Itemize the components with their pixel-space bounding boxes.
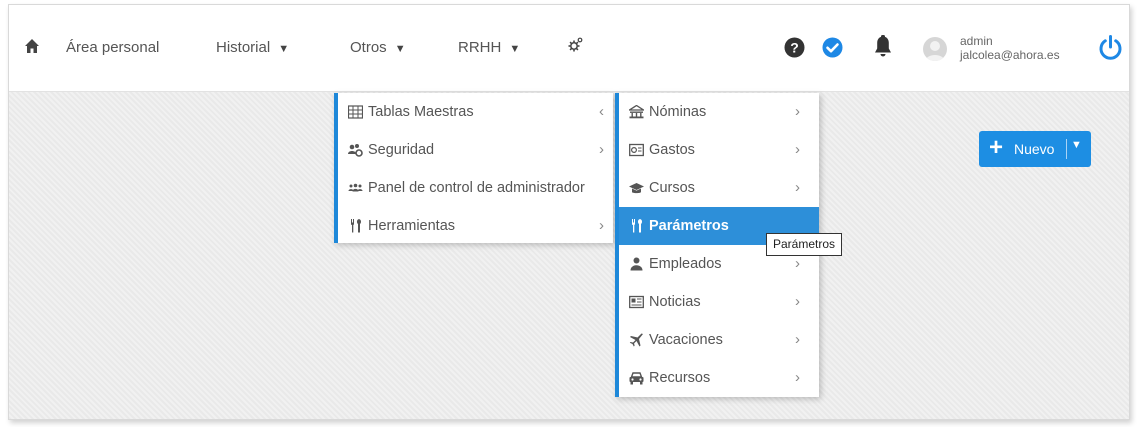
chevron-right-icon: › (599, 141, 604, 158)
submenu-item-label: Cursos (649, 180, 695, 196)
chevron-right-icon: › (795, 141, 800, 158)
power-icon[interactable] (1097, 34, 1124, 61)
chevron-down-icon[interactable]: ▼ (1071, 139, 1082, 151)
menu-item-tablas-maestras[interactable]: Tablas Maestras ‹ (338, 93, 613, 131)
menu-item-herramientas[interactable]: Herramientas › (338, 207, 613, 245)
submenu-item-label: Recursos (649, 370, 711, 386)
submenu-item-label: Gastos (649, 142, 695, 158)
chevron-right-icon: › (795, 103, 800, 120)
nav-historial[interactable]: Historial ▼ (216, 39, 289, 56)
new-button[interactable]: + Nuevo ▼ (979, 131, 1091, 167)
submenu-item-label: Vacaciones (649, 332, 723, 348)
bank-icon (629, 105, 644, 119)
button-divider (1066, 139, 1067, 159)
submenu-item-gastos[interactable]: Gastos › (619, 131, 819, 169)
graduation-cap-icon (629, 183, 644, 194)
chevron-down-icon: ▼ (394, 43, 406, 55)
help-icon[interactable]: ? (784, 37, 805, 58)
menu-item-seguridad[interactable]: Seguridad › (338, 131, 613, 169)
chevron-right-icon: › (795, 293, 800, 310)
menu-item-label: Tablas Maestras (368, 104, 474, 120)
wrench-icon (351, 219, 362, 233)
nav-otros[interactable]: Otros ▼ (350, 39, 406, 56)
otros-dropdown-menu: Tablas Maestras ‹ Seguridad › Panel de c… (334, 93, 613, 243)
chevron-right-icon: › (795, 369, 800, 386)
nav-rrhh-label: RRHH (458, 39, 502, 56)
chevron-right-icon: › (599, 217, 604, 234)
avatar-silhouette (925, 41, 945, 61)
chevron-right-icon: › (795, 331, 800, 348)
submenu-item-label: Noticias (649, 294, 701, 310)
group-icon (348, 183, 363, 192)
submenu-item-label: Nóminas (649, 104, 707, 120)
cog-icon[interactable] (566, 36, 584, 54)
nav-otros-label: Otros (350, 39, 387, 56)
nav-area-personal[interactable]: Área personal (66, 39, 159, 56)
nav-historial-label: Historial (216, 39, 271, 56)
new-button-label: Nuevo (1014, 141, 1055, 157)
user-icon (630, 257, 643, 271)
table-icon (348, 105, 363, 119)
check-circle-icon[interactable] (822, 37, 843, 58)
tooltip: Parámetros (766, 233, 843, 256)
users-cog-icon (348, 144, 363, 157)
svg-text:?: ? (790, 40, 799, 56)
nav-rrhh[interactable]: RRHH ▼ (458, 39, 520, 56)
submenu-item-cursos[interactable]: Cursos › (619, 169, 819, 207)
avatar[interactable] (923, 37, 947, 61)
user-email: jalcolea@ahora.es (960, 48, 1060, 62)
newspaper-icon (629, 295, 644, 309)
chevron-down-icon: ▼ (278, 43, 290, 55)
submenu-item-vacaciones[interactable]: Vacaciones › (619, 321, 819, 359)
menu-item-panel-control[interactable]: Panel de control de administrador (338, 169, 613, 207)
submenu-item-label: Empleados (649, 256, 722, 272)
bell-icon[interactable] (873, 35, 893, 58)
menu-item-label: Herramientas (368, 218, 456, 234)
menu-item-label: Seguridad (368, 142, 435, 158)
wrench-icon (632, 219, 643, 233)
submenu-item-recursos[interactable]: Recursos › (619, 359, 819, 397)
plus-icon: + (989, 134, 1004, 161)
plane-icon (629, 333, 643, 347)
top-navbar: Área personal Historial ▼ Otros ▼ RRHH ▼ ? (9, 5, 1129, 92)
submenu-item-label: Parámetros (649, 218, 729, 234)
chevron-down-icon: ▼ (509, 43, 521, 55)
submenu-item-noticias[interactable]: Noticias › (619, 283, 819, 321)
user-name: admin (960, 34, 993, 48)
menu-item-label: Panel de control de administrador (368, 180, 585, 196)
home-icon[interactable] (24, 38, 40, 54)
submenu-item-nominas[interactable]: Nóminas › (619, 93, 819, 131)
app-frame: Área personal Historial ▼ Otros ▼ RRHH ▼ ? (8, 4, 1130, 420)
chevron-left-icon: ‹ (599, 103, 604, 120)
chevron-right-icon: › (795, 179, 800, 196)
car-icon (629, 372, 644, 385)
receipt-icon (629, 143, 644, 157)
